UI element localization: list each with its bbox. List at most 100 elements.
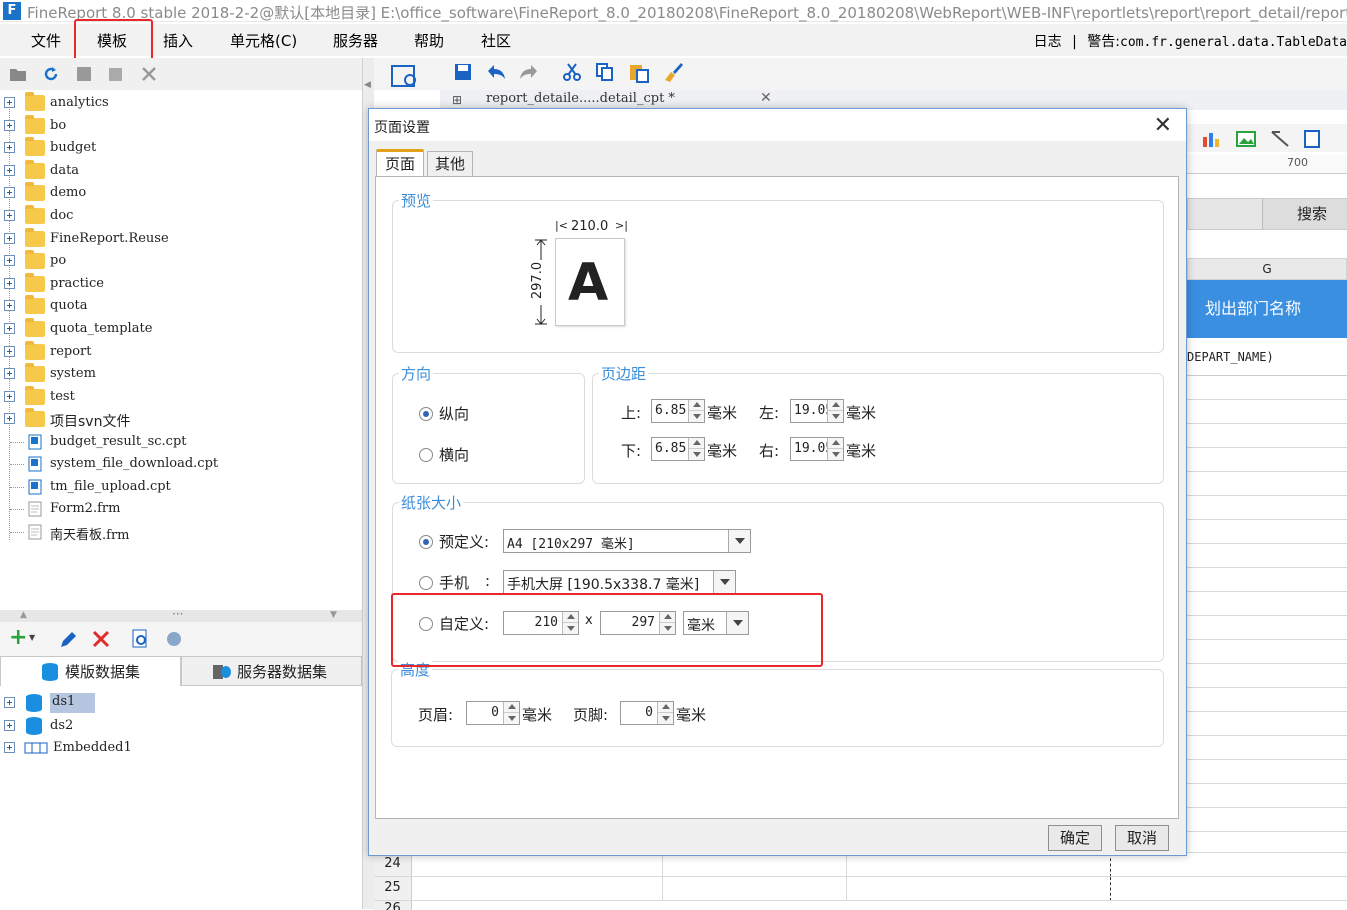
spinner-icon[interactable] (688, 400, 704, 422)
add-icon[interactable]: + (9, 625, 27, 650)
slash-icon[interactable] (1269, 129, 1291, 149)
splitter-grip[interactable]: ··· (172, 607, 183, 621)
menu-server[interactable]: 服务器 (333, 30, 378, 51)
predefined-paper-select[interactable]: A4 [210x297 毫米] (503, 529, 751, 553)
menu-help[interactable]: 帮助 (414, 30, 444, 51)
cancel-button[interactable]: 取消 (1115, 825, 1169, 851)
left-margin-input[interactable]: 19.05 (790, 399, 844, 423)
save-icon[interactable] (453, 62, 473, 82)
collapse-up-icon[interactable]: ▲ (20, 610, 27, 620)
expand-icon[interactable] (4, 97, 15, 108)
tree-item[interactable]: po (0, 250, 362, 272)
radio-portrait[interactable] (419, 407, 433, 421)
undo-icon[interactable] (485, 62, 507, 82)
tree-item[interactable]: doc (0, 205, 362, 227)
expand-icon[interactable] (4, 300, 15, 311)
header-height-input[interactable]: 0 (466, 701, 520, 725)
copy-icon[interactable] (595, 62, 615, 82)
tree-file[interactable]: 南天看板.frm (0, 521, 362, 543)
dataset-preview-icon[interactable] (390, 64, 422, 90)
top-margin-input[interactable]: 6.85 (651, 399, 705, 423)
mobile-paper-select[interactable]: 手机大屏 [190.5x338.7 毫米] (503, 570, 736, 594)
bottom-margin-input[interactable]: 6.85 (651, 437, 705, 461)
redo-icon[interactable] (518, 62, 540, 82)
expand-icon[interactable] (4, 346, 15, 357)
menu-file[interactable]: 文件 (31, 30, 61, 51)
tab-template-dataset[interactable]: 模版数据集 (0, 656, 181, 686)
expand-icon[interactable] (4, 142, 15, 153)
tree-item[interactable]: FineReport.Reuse (0, 228, 362, 250)
dataset-item-ds1[interactable]: ds1 (0, 692, 362, 714)
spinner-icon[interactable] (827, 438, 843, 460)
ok-button[interactable]: 确定 (1048, 825, 1102, 851)
menu-community[interactable]: 社区 (481, 30, 511, 51)
spinner-icon[interactable] (503, 702, 519, 724)
chart-icon[interactable] (1201, 129, 1223, 149)
expand-icon[interactable] (4, 697, 15, 708)
chevron-down-icon[interactable] (713, 571, 735, 593)
expand-icon[interactable] (4, 210, 15, 221)
expand-icon[interactable] (4, 323, 15, 334)
tree-item[interactable]: quota (0, 295, 362, 317)
image-icon[interactable] (1235, 129, 1257, 149)
right-margin-input[interactable]: 19.05 (790, 437, 844, 461)
tree-item[interactable]: analytics (0, 92, 362, 114)
expand-icon[interactable] (4, 233, 15, 244)
tab-other[interactable]: 其他 (427, 151, 473, 177)
open-folder-icon[interactable] (9, 65, 27, 83)
panel-splitter[interactable]: ▲ ··· ▼ (0, 607, 362, 622)
header-cell[interactable]: 划出部门名称 (1187, 280, 1347, 338)
delete-icon[interactable] (140, 65, 158, 83)
expand-icon[interactable] (4, 187, 15, 198)
tree-item[interactable]: demo (0, 182, 362, 204)
paste-icon[interactable] (628, 62, 650, 84)
tree-item[interactable]: system (0, 363, 362, 385)
collapse-left-icon[interactable]: ◀ (364, 80, 371, 90)
tree-file[interactable]: system_file_download.cpt (0, 453, 362, 475)
spinner-icon[interactable] (688, 438, 704, 460)
tree-item[interactable]: budget (0, 137, 362, 159)
footer-height-input[interactable]: 0 (620, 701, 674, 725)
tree-file[interactable]: tm_file_upload.cpt (0, 476, 362, 498)
expand-icon[interactable] (4, 255, 15, 266)
tab-server-dataset[interactable]: 服务器数据集 (181, 656, 362, 686)
expand-icon[interactable] (4, 278, 15, 289)
log-link[interactable]: 日志 (1034, 34, 1062, 50)
properties-icon[interactable] (75, 65, 93, 83)
expand-icon[interactable] (4, 742, 15, 753)
close-icon[interactable]: ✕ (1154, 113, 1172, 138)
expand-icon[interactable] (4, 720, 15, 731)
tree-item[interactable]: 项目svn文件 (0, 408, 362, 430)
search-button[interactable]: 搜索 (1262, 199, 1347, 229)
menu-cell[interactable]: 单元格(C) (230, 30, 297, 51)
expand-icon[interactable] (4, 120, 15, 131)
spinner-icon[interactable] (657, 702, 673, 724)
chevron-down-icon[interactable] (728, 530, 750, 552)
cut-icon[interactable] (562, 62, 582, 82)
subreport-icon[interactable] (1303, 129, 1321, 149)
close-tab-icon[interactable]: ✕ (760, 90, 772, 106)
expand-icon[interactable] (4, 391, 15, 402)
tree-item[interactable]: report (0, 341, 362, 363)
editor-tab-label[interactable]: report_detaile.....detail_cpt * (486, 91, 675, 106)
tree-item[interactable]: bo (0, 115, 362, 137)
field-cell[interactable]: DEPART_NAME) (1187, 338, 1347, 376)
edit-icon[interactable] (58, 630, 78, 650)
expand-icon[interactable] (4, 413, 15, 424)
tab-page[interactable]: 页面 (376, 149, 424, 177)
tree-item[interactable]: practice (0, 273, 362, 295)
refresh-icon[interactable] (42, 65, 60, 83)
tree-item[interactable]: test (0, 386, 362, 408)
spinner-icon[interactable] (827, 400, 843, 422)
column-header-g[interactable]: G (1187, 258, 1347, 280)
dataset-item-ds2[interactable]: ds2 (0, 715, 362, 737)
radio-landscape[interactable] (419, 448, 433, 462)
collapse-down-icon[interactable]: ▼ (330, 610, 337, 620)
dataset-settings-icon[interactable] (164, 629, 184, 649)
edit-doc-icon[interactable] (107, 65, 125, 83)
tree-item[interactable]: data (0, 160, 362, 182)
preview-icon[interactable] (132, 629, 150, 649)
tree-file[interactable]: budget_result_sc.cpt (0, 431, 362, 453)
tree-file[interactable]: Form2.frm (0, 498, 362, 520)
expand-icon[interactable] (4, 368, 15, 379)
